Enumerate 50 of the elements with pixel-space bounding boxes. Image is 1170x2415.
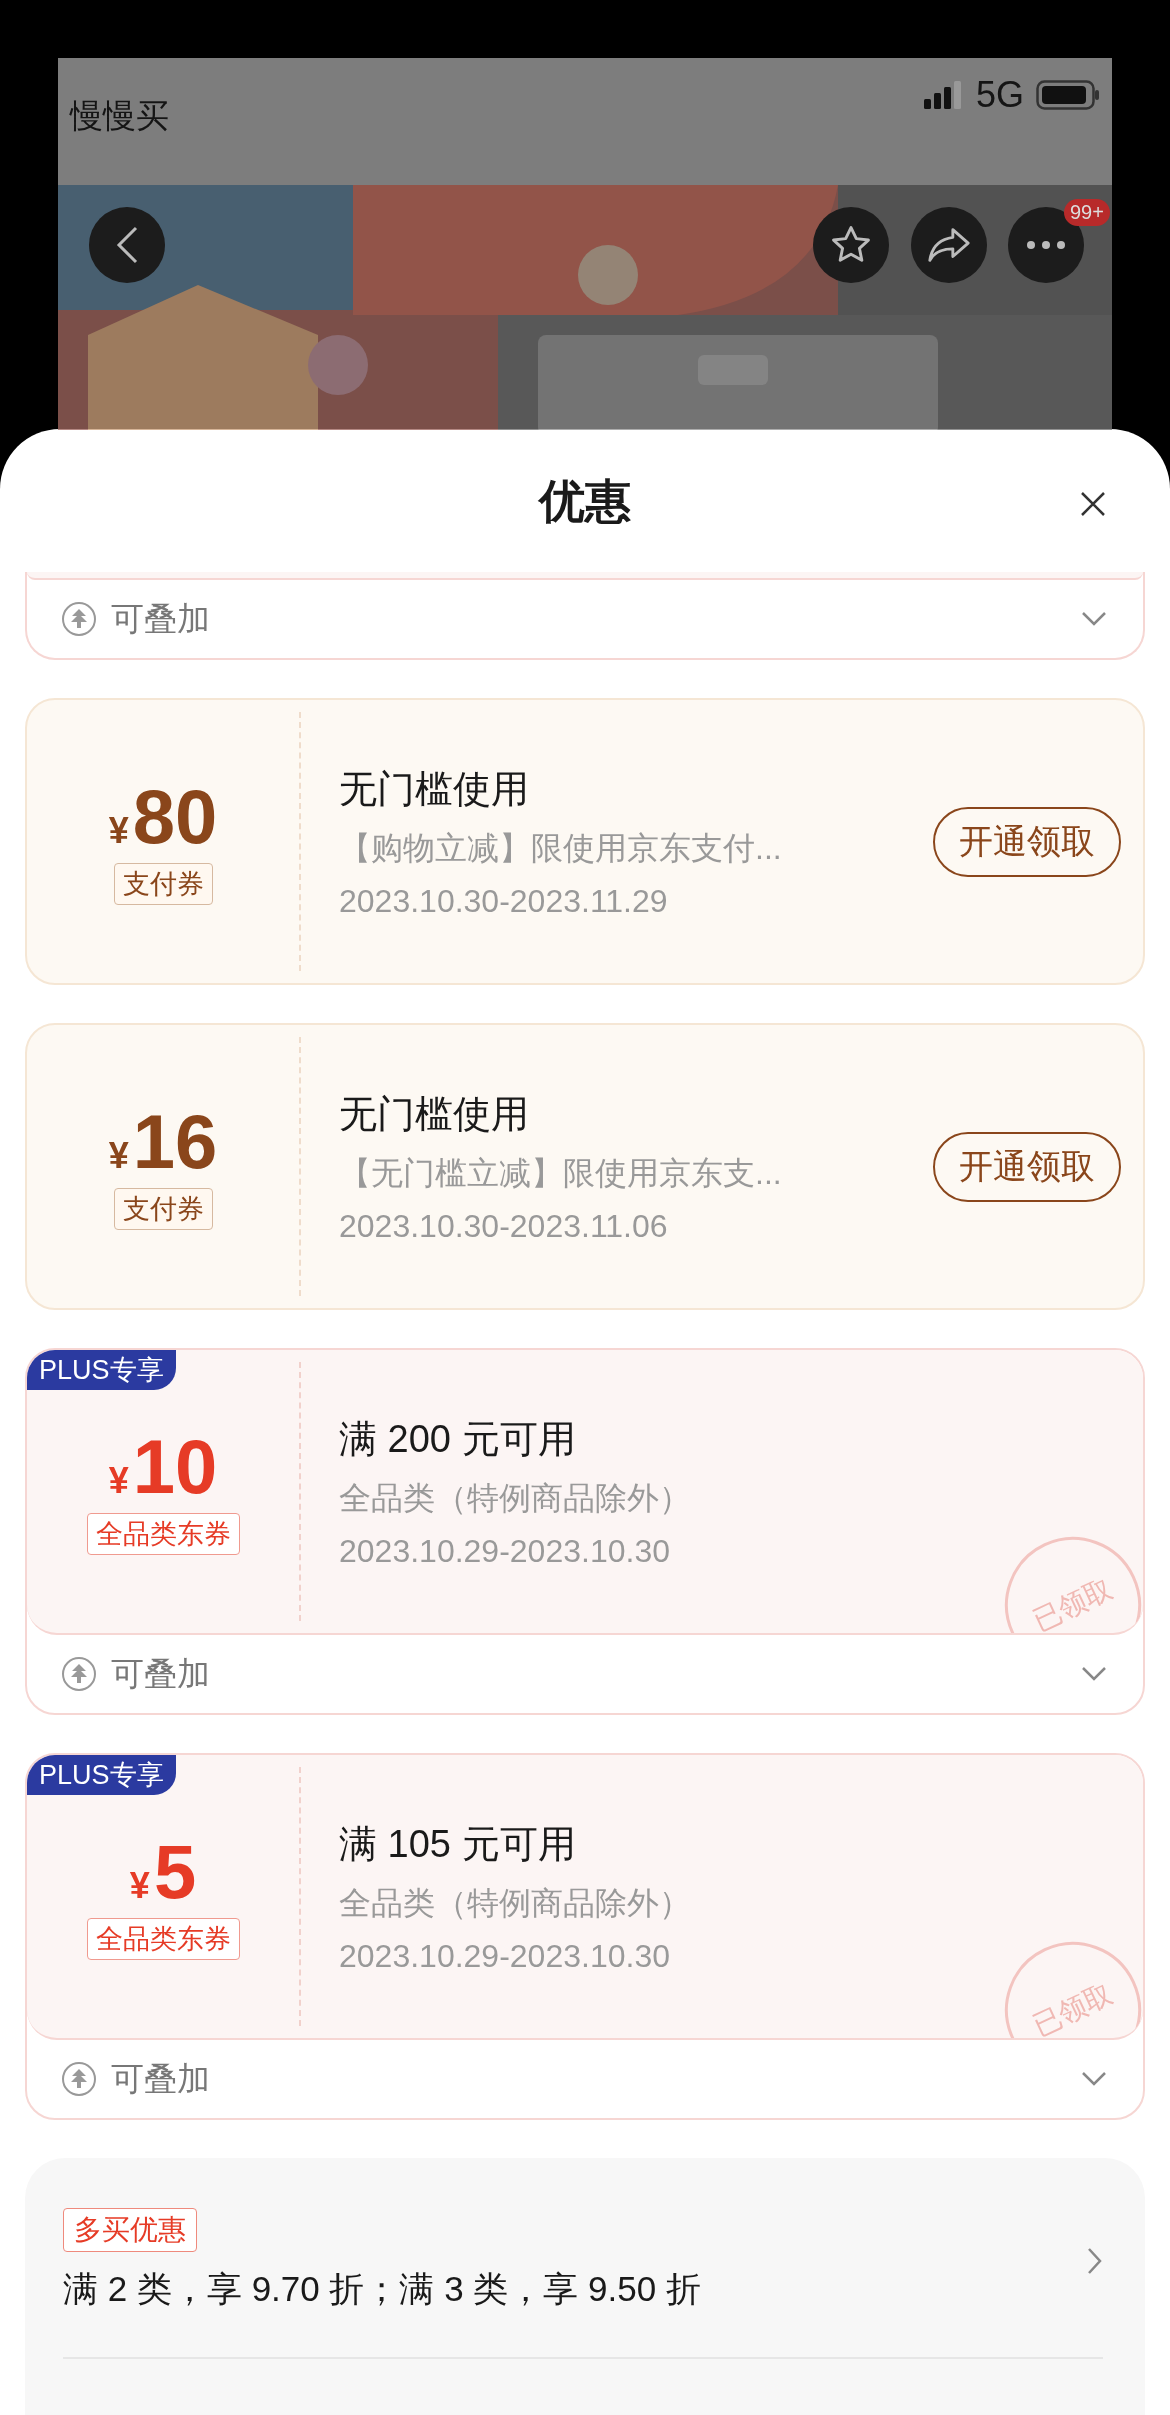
- chevron-down-icon[interactable]: [1081, 2071, 1107, 2087]
- notification-badge: 99+: [1064, 199, 1110, 226]
- promotion-text: 满 2 类，享 9.70 折；满 3 类，享 9.50 折: [63, 2268, 701, 2310]
- stackable-label: 可叠加: [111, 1653, 211, 1694]
- coupon-condition: 无门槛使用: [339, 1091, 530, 1137]
- coupon-description: 【无门槛立减】限使用京东支...: [339, 1153, 783, 1193]
- currency-symbol: ¥: [108, 809, 129, 852]
- chevron-down-icon[interactable]: [1081, 611, 1107, 627]
- coupon-type-tag: 全品类东券: [86, 1512, 240, 1555]
- promotion-tag: 多买优惠: [63, 2208, 197, 2252]
- share-icon: [926, 225, 972, 265]
- currency-symbol: ¥: [129, 1864, 150, 1907]
- more-icon: [1026, 240, 1066, 250]
- back-icon: [114, 225, 140, 265]
- coupon-type-tag: 全品类东券: [86, 1917, 240, 1960]
- stackable-label: 可叠加: [111, 598, 211, 639]
- validity-dates: 2023.10.29-2023.10.30: [339, 1532, 671, 1570]
- battery-icon: [1036, 80, 1100, 110]
- coupon-amount: 16: [132, 1103, 218, 1180]
- coupon-condition: 满 105 元可用: [339, 1821, 577, 1867]
- close-icon[interactable]: [1080, 491, 1106, 517]
- coupon-type-tag: 支付券: [113, 1187, 213, 1230]
- coupon-description: 【购物立减】限使用京东支付...: [339, 828, 783, 868]
- coupon-description: 全品类（特例商品除外）: [339, 1478, 692, 1518]
- validity-dates: 2023.10.30-2023.11.06: [339, 1207, 669, 1245]
- currency-symbol: ¥: [108, 1459, 129, 1502]
- chevron-down-icon[interactable]: [1081, 1666, 1107, 1682]
- currency-symbol: ¥: [108, 1134, 129, 1177]
- plus-badge: PLUS专享: [27, 1755, 176, 1795]
- coupon-type-tag: 支付券: [113, 862, 213, 905]
- stack-icon: [61, 1656, 97, 1692]
- coupon-condition: 无门槛使用: [339, 766, 530, 812]
- stackable-label: 可叠加: [111, 2058, 211, 2099]
- chevron-right-icon[interactable]: [1087, 2246, 1103, 2275]
- coupon-description: 全品类（特例商品除外）: [339, 1883, 692, 1923]
- coupon-amount: 10: [132, 1428, 218, 1505]
- signal-icon: [923, 81, 964, 109]
- claim-button[interactable]: 开通领取: [933, 1131, 1121, 1202]
- coupon-condition: 满 200 元可用: [339, 1416, 577, 1462]
- sheet-title: 优惠: [539, 473, 631, 529]
- plus-badge: PLUS专享: [27, 1350, 176, 1390]
- stack-icon: [61, 2061, 97, 2097]
- network-label: 5G: [975, 74, 1024, 116]
- coupon-amount: 5: [153, 1833, 197, 1910]
- claim-button[interactable]: 开通领取: [933, 806, 1121, 877]
- validity-dates: 2023.10.30-2023.11.29: [339, 882, 669, 920]
- stack-icon: [61, 601, 97, 637]
- validity-dates: 2023.10.29-2023.10.30: [339, 1937, 671, 1975]
- app-name: 慢慢买: [70, 96, 169, 136]
- coupon-amount: 80: [132, 778, 218, 855]
